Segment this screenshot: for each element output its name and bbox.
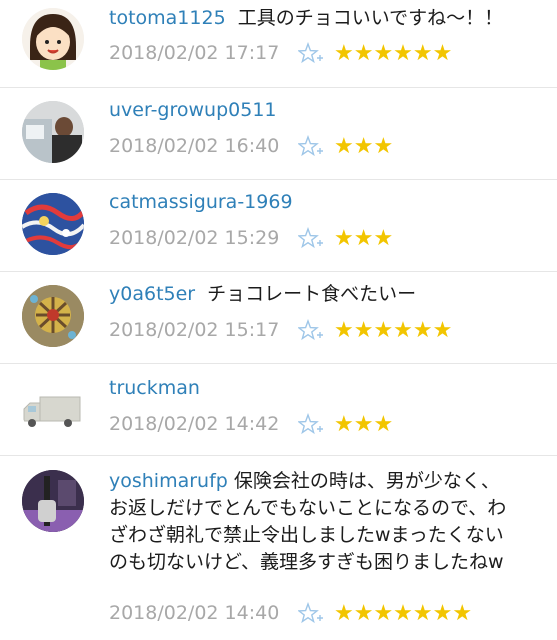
star-plus-icon[interactable] — [297, 318, 324, 343]
avatar[interactable] — [22, 379, 84, 441]
comment-item: truckman 2018/02/02 14:42 ★★★ — [0, 364, 557, 456]
username[interactable]: yoshimarufp — [109, 470, 228, 492]
comment-text: 工具のチョコいいですね〜！！ — [237, 7, 504, 29]
comment-item: y0a6t5er チョコレート食べたいー 2018/02/02 15:17 ★★… — [0, 272, 557, 364]
star-rating: ★★★★★★★ — [334, 601, 473, 626]
username[interactable]: catmassigura-1969 — [109, 191, 293, 213]
avatar[interactable] — [22, 101, 84, 163]
username[interactable]: uver-growup0511 — [109, 99, 277, 121]
star-plus-icon[interactable] — [297, 134, 324, 159]
timestamp: 2018/02/02 15:29 — [109, 227, 280, 249]
timestamp: 2018/02/02 14:42 — [109, 413, 280, 435]
timestamp: 2018/02/02 15:17 — [109, 319, 280, 341]
timestamp: 2018/02/02 17:17 — [109, 42, 280, 64]
star-rating: ★★★ — [334, 226, 394, 251]
username[interactable]: totoma1125 — [109, 7, 226, 29]
star-rating: ★★★★★★ — [334, 41, 453, 66]
star-rating: ★★★ — [334, 134, 394, 159]
avatar[interactable] — [22, 193, 84, 255]
comment-item: yoshimarufp 保険会社の時は、男が少なく、お返しだけでとんでもないことに… — [0, 456, 557, 640]
username[interactable]: truckman — [109, 377, 200, 399]
avatar[interactable] — [22, 470, 84, 532]
timestamp: 2018/02/02 14:40 — [109, 602, 280, 624]
comment-item: totoma1125 工具のチョコいいですね〜！！ 2018/02/02 17:… — [0, 0, 557, 88]
star-plus-icon[interactable] — [297, 226, 324, 251]
star-plus-icon[interactable] — [297, 41, 324, 66]
avatar[interactable] — [22, 285, 84, 347]
comment-item: uver-growup0511 2018/02/02 16:40 ★★★ — [0, 88, 557, 180]
comment-text: チョコレート食べたいー — [207, 283, 417, 305]
username[interactable]: y0a6t5er — [109, 283, 195, 305]
comment-list: totoma1125 工具のチョコいいですね〜！！ 2018/02/02 17:… — [0, 0, 557, 640]
comment-item: catmassigura-1969 2018/02/02 15:29 ★★★ — [0, 180, 557, 272]
avatar[interactable] — [22, 8, 84, 70]
star-plus-icon[interactable] — [297, 412, 324, 437]
star-rating: ★★★ — [334, 412, 394, 437]
star-plus-icon[interactable] — [297, 601, 324, 626]
timestamp: 2018/02/02 16:40 — [109, 135, 280, 157]
star-rating: ★★★★★★ — [334, 318, 453, 343]
